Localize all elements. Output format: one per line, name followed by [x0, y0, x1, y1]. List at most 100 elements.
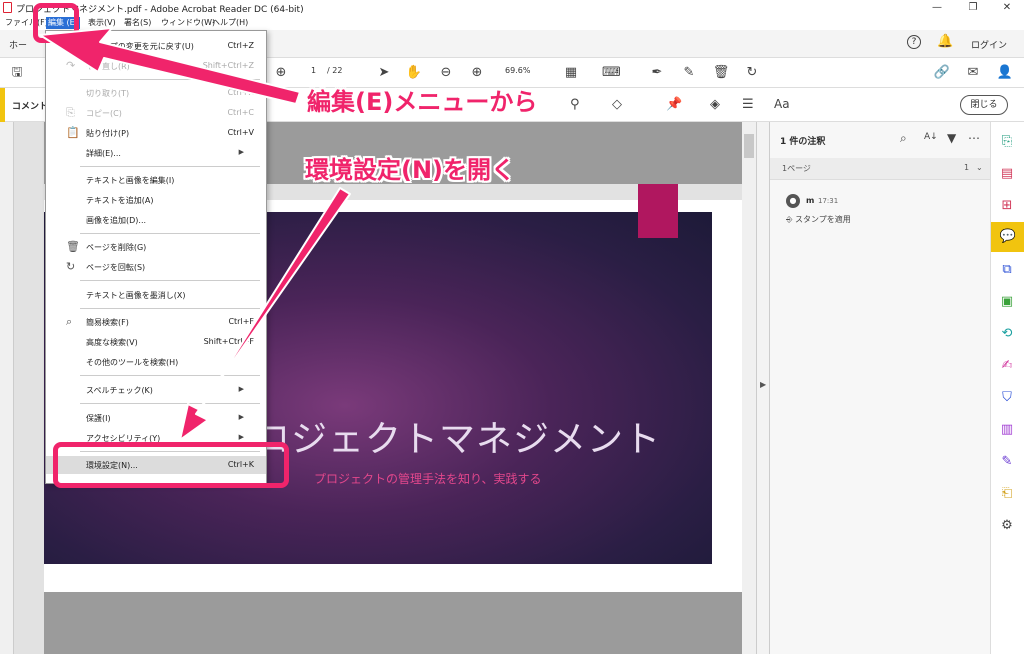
login-link[interactable]: ログイン	[971, 38, 1007, 51]
menu-item-copy[interactable]: ⎘ コピー(C) Ctrl+C	[46, 104, 266, 122]
chevron-down-icon[interactable]: ⌄	[976, 163, 983, 172]
copy-icon: ⎘	[66, 106, 75, 119]
close-comment-button[interactable]: 閉じる	[960, 95, 1008, 115]
slide-bookmark	[638, 184, 678, 238]
export-pdf-icon[interactable]: ⎘	[997, 132, 1017, 152]
menu-item-rotate-page[interactable]: ↻ ページを回転(S)	[46, 258, 266, 276]
menu-item-label: スペルチェック(K)	[86, 386, 153, 395]
restore-icon[interactable]: ❐	[956, 0, 990, 16]
fill-icon[interactable]: ◈	[710, 97, 720, 112]
attach-icon[interactable]: ⚲	[570, 97, 580, 112]
organize-icon[interactable]: ▤	[997, 164, 1017, 184]
create-pdf-icon[interactable]: ⊞	[997, 196, 1017, 216]
lines-icon[interactable]: ☰	[742, 97, 754, 112]
menu-help[interactable]: ヘルプ(H)	[210, 17, 250, 29]
comment-tool-icon[interactable]: 💬	[991, 222, 1024, 252]
menu-item-undo[interactable]: ↶ スタンプの変更を元に戻す(U) Ctrl+Z	[46, 37, 266, 55]
text-format-icon[interactable]: Aa	[774, 97, 790, 111]
protect-icon[interactable]: ⛉	[997, 388, 1017, 408]
menu-item-label: 貼り付け(P)	[86, 129, 130, 138]
mail-icon[interactable]: ✉	[964, 64, 982, 82]
search-icon[interactable]: ⌕	[900, 131, 907, 146]
close-icon[interactable]: ✕	[990, 0, 1024, 16]
menu-item-paste[interactable]: 📋 貼り付け(P) Ctrl+V	[46, 124, 266, 142]
menu-item-add-text[interactable]: テキストを追加(A)	[46, 191, 266, 209]
menu-item-cut[interactable]: 切り取り(T) Ctrl+X	[46, 84, 266, 102]
form-icon[interactable]: ▥	[997, 420, 1017, 440]
sort-icon[interactable]: A↓	[924, 132, 938, 142]
page-number-input[interactable]: 1	[311, 66, 316, 75]
comment-author: m	[806, 196, 815, 205]
rotate-icon[interactable]: ↻	[743, 64, 761, 82]
menu-item-find[interactable]: ⌕ 簡易検索(F) Ctrl+F	[46, 313, 266, 331]
panel-divider[interactable]: ▶	[756, 122, 770, 654]
send-sign-icon[interactable]: ✎	[997, 452, 1017, 472]
menu-item-edit-text-image[interactable]: テキストと画像を編集(I)	[46, 171, 266, 189]
submenu-arrow-icon: ▶	[238, 148, 244, 156]
menu-item-delete-page[interactable]: 🗑 ページを削除(G)	[46, 238, 266, 256]
submenu-arrow-icon: ▶	[238, 433, 244, 441]
menu-item-label: コピー(C)	[86, 109, 122, 118]
zoom-in-icon[interactable]: ⊕	[468, 64, 486, 82]
compress-icon[interactable]: ▣	[997, 292, 1017, 312]
menu-item-find-tools[interactable]: その他のツールを検索(H)	[46, 353, 266, 371]
menu-item-redact[interactable]: テキストと画像を墨消し(X)	[46, 286, 266, 304]
left-panel-toggle[interactable]	[0, 122, 14, 654]
menu-view[interactable]: 表示(V)	[86, 17, 118, 29]
menu-separator	[80, 233, 260, 234]
zoom-level[interactable]: 69.6%	[505, 66, 530, 75]
scroll-thumb[interactable]	[744, 134, 754, 158]
menu-item-add-image[interactable]: 画像を追加(D)...	[46, 211, 266, 229]
stamp-tool-icon[interactable]: ⎗	[997, 484, 1017, 504]
select-cursor-icon[interactable]: ➤	[375, 64, 393, 82]
menu-separator	[80, 79, 260, 80]
annotation-text-edit-menu: 編集(E)メニューから	[307, 88, 538, 116]
link-icon[interactable]: 🔗	[933, 64, 951, 82]
scan-icon[interactable]: ⟲	[997, 324, 1017, 344]
fit-page-icon[interactable]: ▦	[562, 64, 580, 82]
filter-icon[interactable]: ▼	[947, 131, 956, 145]
page-down-icon[interactable]: ⊕	[272, 64, 290, 82]
menu-item-spellcheck[interactable]: スペルチェック(K) ▶	[46, 381, 266, 399]
minimize-icon[interactable]: —	[920, 0, 954, 16]
add-user-icon[interactable]: 👤	[996, 64, 1014, 82]
save-icon[interactable]: 🖫	[8, 64, 26, 82]
sign-icon[interactable]: ✒	[648, 64, 666, 82]
more-icon[interactable]: ⋯	[968, 131, 980, 145]
help-icon[interactable]: ?	[907, 35, 921, 49]
menu-bar: ファイル(F) 編集 (E) 表示(V) 署名(S) ウィンドウ(W) ヘルプ(…	[0, 16, 1024, 30]
menu-separator	[80, 375, 260, 376]
menu-sign[interactable]: 署名(S)	[122, 17, 153, 29]
menu-item-more[interactable]: 詳細(E)... ▶	[46, 144, 266, 162]
right-tools-strip: ⎘ ▤ ⊞ 💬 ⧉ ▣ ⟲ ✍ ⛉ ▥ ✎ ⎗ ⚙	[990, 122, 1024, 654]
hand-tool-icon[interactable]: ✋	[405, 64, 423, 82]
collapse-arrow-icon[interactable]: ▶	[760, 380, 766, 389]
menu-window[interactable]: ウィンドウ(W)	[159, 17, 217, 29]
page-group-count: 1	[964, 163, 970, 172]
menu-item-advanced-search[interactable]: 高度な検索(V) Shift+Ctrl+F	[46, 333, 266, 351]
pin-icon[interactable]: 📌	[666, 97, 682, 112]
combine-icon[interactable]: ⧉	[997, 260, 1017, 280]
comment-action[interactable]: ⎆ スタンプを適用	[786, 214, 851, 225]
menu-item-label: テキストと画像を編集(I)	[86, 176, 175, 185]
shape-icon[interactable]: ◇	[612, 97, 622, 112]
annotation-highlight-edit-menu	[33, 3, 79, 43]
menu-separator	[80, 166, 260, 167]
menu-item-protect[interactable]: 保護(I) ▶	[46, 409, 266, 427]
fill-sign-icon[interactable]: ✎	[680, 64, 698, 82]
tab-home[interactable]: ホー	[9, 38, 27, 51]
bell-icon[interactable]: 🔔	[937, 34, 953, 49]
comment-tab-marker	[0, 88, 5, 122]
zoom-out-icon[interactable]: ⊖	[437, 64, 455, 82]
fill-sign-tool-icon[interactable]: ✍	[997, 356, 1017, 376]
page-group-header[interactable]: 1ページ 1 ⌄	[770, 158, 990, 180]
search-icon: ⌕	[66, 315, 73, 328]
menu-item-redo[interactable]: ↷ やり直し(R) Shift+Ctrl+Z	[46, 57, 266, 75]
scroll-mode-icon[interactable]: ⌨	[602, 64, 621, 82]
menu-item-label: テキストを追加(A)	[86, 196, 154, 205]
trash-icon[interactable]: 🗑	[712, 64, 730, 82]
menu-item-label: その他のツールを検索(H)	[86, 358, 179, 367]
document-scrollbar[interactable]	[742, 122, 756, 654]
more-tools-icon[interactable]: ⚙	[997, 516, 1017, 536]
pdf-file-icon	[3, 2, 12, 13]
